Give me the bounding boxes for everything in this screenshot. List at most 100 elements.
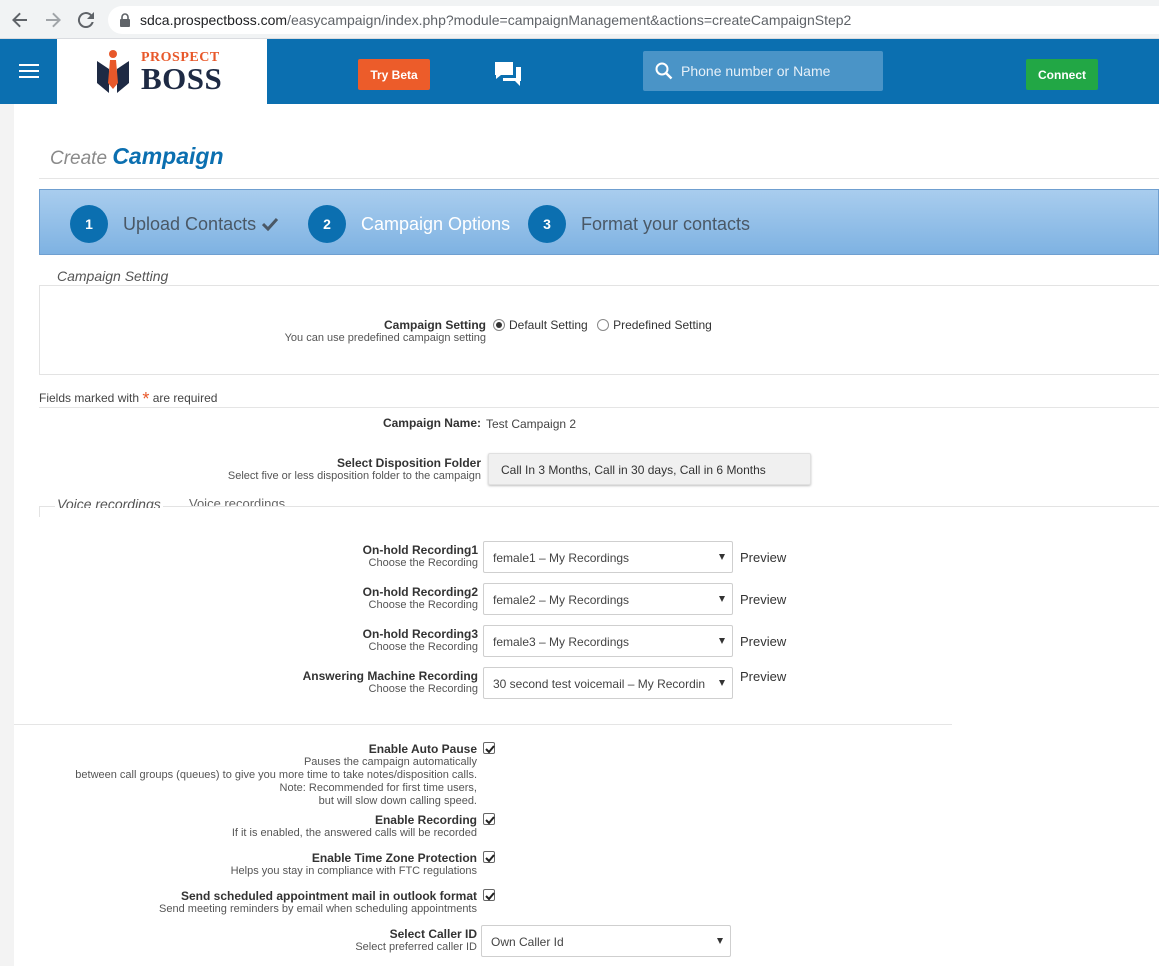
chevron-down-icon — [719, 596, 725, 602]
chat-icon[interactable] — [494, 61, 522, 87]
recording-hint: Choose the Recording — [368, 557, 478, 569]
onhold-recording3-select[interactable]: female3 – My Recordings — [483, 625, 733, 657]
preview-link[interactable]: Preview — [740, 550, 786, 565]
wizard-steps: 1 Upload Contacts 2 Campaign Options 3 F… — [39, 189, 1159, 255]
lock-icon — [120, 13, 130, 27]
outlook-mail-title: Send scheduled appointment mail in outlo… — [180, 889, 477, 903]
campaign-setting-title: Campaign Setting — [383, 318, 486, 332]
enable-recording-title: Enable Recording — [374, 813, 477, 827]
predefined-setting-label[interactable]: Predefined Setting — [613, 318, 712, 332]
auto-pause-title: Enable Auto Pause — [368, 742, 477, 756]
onhold-recording3-label: On-hold Recording3 Choose the Recording — [250, 627, 478, 654]
recording-title: On-hold Recording3 — [362, 627, 478, 641]
logo[interactable]: PROSPECT BOSS — [57, 39, 267, 104]
try-beta-button[interactable]: Try Beta — [358, 59, 430, 90]
page-title: Create Campaign — [50, 143, 224, 170]
step-label: Format your contacts — [581, 213, 751, 234]
back-arrow-icon[interactable] — [8, 8, 32, 32]
logo-text-boss: BOSS — [141, 61, 223, 96]
recording-hint: Choose the Recording — [368, 641, 478, 653]
campaign-name-title: Campaign Name: — [382, 416, 481, 430]
onhold-recording1-select[interactable]: female1 – My Recordings — [483, 541, 733, 573]
auto-pause-hint: Note: Recommended for first time users, — [279, 782, 477, 794]
auto-pause-hint: between call groups (queues) to give you… — [75, 769, 477, 781]
page-title-main: Campaign — [112, 143, 224, 169]
voice-recordings-fieldset — [39, 506, 1159, 517]
select-value: female3 – My Recordings — [493, 635, 630, 649]
step-number: 1 — [70, 205, 108, 243]
auto-pause-checkbox[interactable] — [483, 742, 495, 754]
recording-title: On-hold Recording1 — [362, 543, 478, 557]
timezone-protection-hint: Helps you stay in compliance with FTC re… — [230, 865, 477, 877]
campaign-setting-hint: You can use predefined campaign setting — [284, 332, 486, 344]
auto-pause-hint: but will slow down calling speed. — [318, 795, 477, 807]
select-value: female1 – My Recordings — [493, 551, 630, 565]
url-path: /easycampaign/index.php?module=campaignM… — [287, 12, 852, 28]
required-star: * — [142, 389, 150, 409]
chevron-down-icon — [717, 938, 723, 944]
connect-button[interactable]: Connect — [1026, 59, 1098, 90]
default-setting-label[interactable]: Default Setting — [509, 318, 588, 332]
answering-machine-label: Answering Machine Recording Choose the R… — [250, 669, 478, 696]
url-host: sdca.prospectboss.com — [140, 12, 288, 28]
chevron-down-icon — [719, 554, 725, 560]
voice-recordings-ghost-legend: Voice recordings — [189, 497, 286, 506]
checkmark-icon — [262, 217, 279, 231]
forward-arrow-icon[interactable] — [41, 8, 65, 32]
disposition-label: Select Disposition Folder Select five or… — [180, 456, 481, 483]
caller-id-label: Select Caller ID Select preferred caller… — [250, 927, 477, 954]
onhold-recording2-label: On-hold Recording2 Choose the Recording — [250, 585, 478, 612]
disposition-title: Select Disposition Folder — [336, 456, 481, 470]
caller-id-title: Select Caller ID — [389, 927, 477, 941]
hamburger-menu-icon[interactable] — [19, 64, 39, 78]
step-number: 2 — [308, 205, 346, 243]
disposition-hint: Select five or less disposition folder t… — [227, 470, 481, 482]
enable-recording-label: Enable Recording If it is enabled, the a… — [150, 813, 477, 840]
select-value: female2 – My Recordings — [493, 593, 630, 607]
wizard-step-1[interactable]: 1 Upload Contacts — [70, 204, 279, 244]
reload-icon[interactable] — [74, 8, 98, 32]
onhold-recording1-label: On-hold Recording1 Choose the Recording — [250, 543, 478, 570]
step-label: Upload Contacts — [123, 213, 257, 234]
outlook-mail-checkbox[interactable] — [483, 889, 495, 901]
onhold-recording2-select[interactable]: female2 – My Recordings — [483, 583, 733, 615]
auto-pause-hint: Pauses the campaign automatically — [303, 756, 477, 768]
title-divider — [39, 178, 1159, 179]
divider — [14, 724, 952, 725]
default-setting-radio[interactable] — [493, 319, 505, 331]
recording-hint: Choose the Recording — [368, 599, 478, 611]
search-input[interactable] — [681, 59, 876, 83]
url-text: sdca.prospectboss.com/easycampaign/index… — [140, 12, 851, 28]
select-value: Own Caller Id — [491, 935, 564, 949]
caller-id-hint: Select preferred caller ID — [355, 941, 477, 953]
preview-link[interactable]: Preview — [740, 592, 786, 607]
enable-recording-checkbox[interactable] — [483, 813, 495, 825]
search-icon — [655, 62, 673, 80]
browser-toolbar: sdca.prospectboss.com/easycampaign/index… — [0, 0, 1159, 39]
search-box[interactable] — [643, 51, 883, 91]
disposition-multiselect[interactable]: Call In 3 Months, Call in 30 days, Call … — [488, 453, 811, 485]
caller-id-select[interactable]: Own Caller Id — [481, 925, 731, 957]
page-gutter — [0, 104, 14, 966]
preview-link[interactable]: Preview — [740, 634, 786, 649]
auto-pause-label: Enable Auto Pause Pauses the campaign au… — [40, 742, 477, 808]
campaign-name-label: Campaign Name: — [200, 416, 481, 430]
campaign-setting-legend: Campaign Setting — [55, 268, 171, 284]
app-header: PROSPECT BOSS Try Beta Connect — [0, 39, 1159, 104]
timezone-protection-title: Enable Time Zone Protection — [311, 851, 477, 865]
timezone-protection-label: Enable Time Zone Protection Helps you st… — [150, 851, 477, 878]
address-bar[interactable]: sdca.prospectboss.com/easycampaign/index… — [108, 6, 1159, 34]
outlook-mail-label: Send scheduled appointment mail in outlo… — [100, 889, 477, 916]
wizard-step-3[interactable]: 3 Format your contacts — [528, 204, 750, 244]
wizard-step-2[interactable]: 2 Campaign Options — [308, 204, 510, 244]
answering-machine-select[interactable]: 30 second test voicemail – My Recordin — [483, 667, 733, 699]
campaign-setting-label: Campaign Setting You can use predefined … — [200, 318, 486, 345]
step-label: Campaign Options — [361, 213, 511, 234]
recording-title: On-hold Recording2 — [362, 585, 478, 599]
chevron-down-icon — [719, 638, 725, 644]
recording-hint: Choose the Recording — [368, 683, 478, 695]
predefined-setting-radio[interactable] — [597, 319, 610, 331]
timezone-protection-checkbox[interactable] — [483, 851, 495, 863]
voice-recordings-legend-text: Voice recordings — [57, 497, 161, 508]
preview-link[interactable]: Preview — [740, 669, 786, 684]
